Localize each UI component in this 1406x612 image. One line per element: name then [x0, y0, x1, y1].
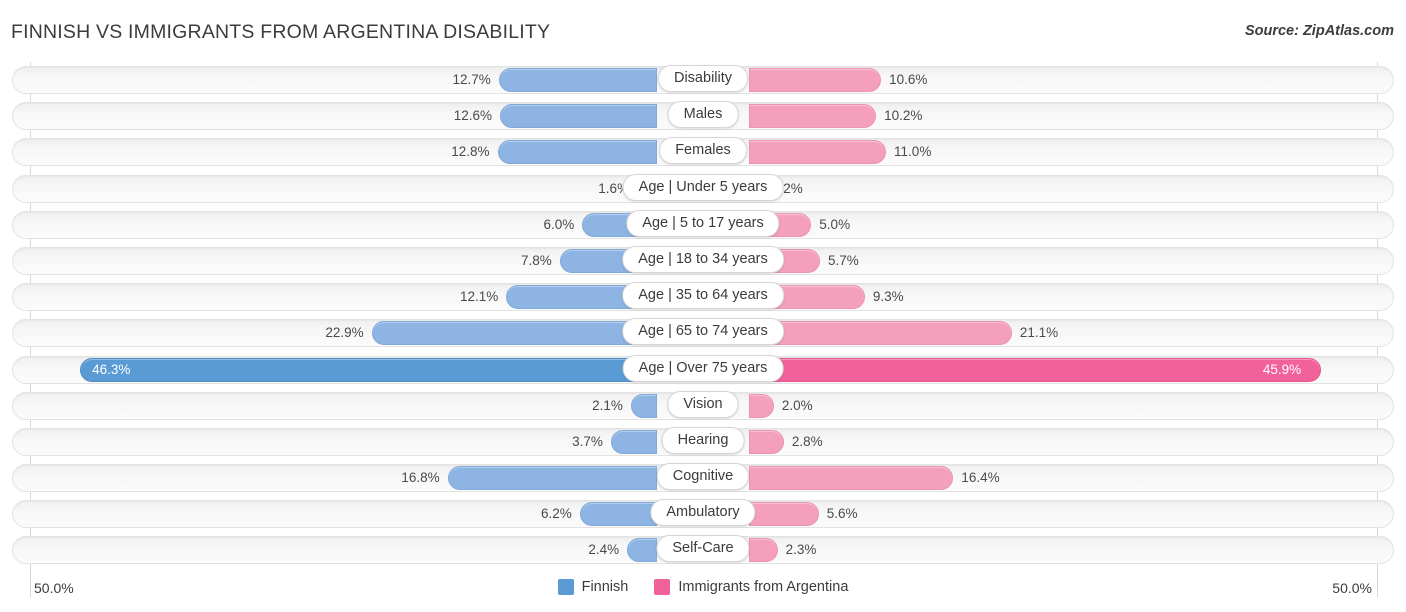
bar-finnish[interactable] [371, 321, 657, 346]
bar-value-finnish: 2.4% [588, 542, 620, 558]
bar-finnish[interactable] [447, 466, 657, 491]
bar-immigrants-argentina[interactable] [749, 466, 954, 491]
bar-row-list: 12.7% 10.6% Disability 12.6% 10.2% Males 12.8%… [0, 62, 1406, 569]
category-label-pill[interactable]: Ambulatory [650, 499, 756, 527]
bar-value-finnish: 7.8% [521, 252, 552, 268]
category-label-pill[interactable]: Males [667, 101, 739, 129]
bar-immigrants-argentina[interactable] [749, 68, 882, 92]
bar-finnish[interactable] [498, 68, 657, 92]
table-row[interactable]: 12.1% 9.3% Age | 35 to 64 years [0, 279, 1406, 315]
bar-immigrants-argentina[interactable] [749, 538, 778, 563]
table-row[interactable]: 2.4% 2.3% Self-Care [0, 532, 1406, 568]
category-label-pill[interactable]: Age | Over 75 years [622, 354, 784, 382]
bar-value-finnish: 2.1% [592, 397, 623, 413]
bar-immigrants-argentina[interactable] [749, 140, 887, 165]
bar-finnish[interactable] [610, 429, 657, 454]
table-row[interactable]: 46.3% 45.9% Age | Over 75 years [0, 352, 1406, 388]
bar-value-finnish: 12.7% [452, 72, 491, 87]
category-label-pill[interactable]: Vision [667, 390, 739, 418]
table-row[interactable]: 6.0% 5.0% Age | 5 to 17 years [0, 207, 1406, 243]
bar-value-immigrants-argentina: 45.9% [1262, 361, 1302, 377]
bar-value-finnish: 16.8% [401, 470, 440, 486]
category-label-pill[interactable]: Cognitive [656, 463, 750, 491]
table-row[interactable]: 6.2% 5.6% Ambulatory [0, 496, 1406, 532]
bar-value-immigrants-argentina: 2.0% [781, 397, 813, 413]
legend-item[interactable]: Immigrants from Argentina [654, 579, 848, 595]
bar-immigrants-argentina[interactable] [749, 429, 784, 454]
bar-value-immigrants-argentina: 2.8% [791, 433, 823, 449]
category-label-pill[interactable]: Age | 18 to 34 years [622, 245, 784, 273]
category-label-pill[interactable]: Age | Under 5 years [622, 173, 784, 201]
bar-finnish[interactable] [627, 538, 657, 563]
bar-value-immigrants-argentina: 10.2% [884, 108, 923, 124]
category-label-pill[interactable]: Age | 65 to 74 years [622, 318, 784, 346]
bar-immigrants-argentina[interactable] [749, 502, 819, 527]
page-title: FINNISH VS IMMIGRANTS FROM ARGENTINA DIS… [11, 21, 551, 43]
legend-label: Immigrants from Argentina [678, 579, 849, 595]
bar-value-immigrants-argentina: 21.1% [1019, 325, 1059, 341]
table-row[interactable]: 12.8% 11.0% Females [0, 134, 1406, 170]
bar-value-finnish: 46.3% [92, 361, 131, 377]
table-row[interactable]: 3.7% 2.8% Hearing [0, 424, 1406, 460]
bar-immigrants-argentina[interactable] [749, 357, 1321, 382]
bar-value-finnish: 12.1% [459, 289, 499, 305]
bar-value-finnish: 3.7% [572, 433, 603, 449]
legend-swatch-icon [557, 579, 574, 595]
bar-value-finnish: 12.6% [453, 108, 493, 124]
bar-finnish[interactable] [579, 502, 657, 527]
bar-value-immigrants-argentina: 5.0% [819, 216, 851, 232]
category-label-pill[interactable]: Age | 5 to 17 years [626, 209, 780, 237]
table-row[interactable]: 12.6% 10.2% Males [0, 98, 1406, 134]
chart-legend: Finnish Immigrants from Argentina [0, 579, 1406, 595]
chart-header: FINNISH VS IMMIGRANTS FROM ARGENTINA DIS… [0, 0, 1406, 62]
legend-swatch-icon [654, 579, 671, 595]
table-row[interactable]: 1.6% 1.2% Age | Under 5 years [0, 171, 1406, 207]
bar-value-finnish: 12.8% [451, 144, 490, 160]
category-label-pill[interactable]: Disability [657, 65, 749, 92]
source-attribution: Source: ZipAtlas.com [1244, 23, 1394, 39]
table-row[interactable]: 2.1% 2.0% Vision [0, 388, 1406, 424]
category-label-pill[interactable]: Hearing [661, 426, 745, 454]
bar-value-finnish: 6.0% [543, 216, 575, 232]
bar-value-immigrants-argentina: 10.6% [889, 72, 928, 87]
bar-immigrants-argentina[interactable] [749, 321, 1012, 346]
category-label-pill[interactable]: Self-Care [656, 535, 750, 563]
table-row[interactable]: 22.9% 21.1% Age | 65 to 74 years [0, 315, 1406, 351]
bar-value-immigrants-argentina: 9.3% [872, 289, 904, 305]
legend-item[interactable]: Finnish [557, 579, 629, 595]
bar-finnish[interactable] [497, 140, 657, 165]
bar-value-immigrants-argentina: 16.4% [961, 470, 1000, 486]
category-label-pill[interactable]: Females [659, 137, 747, 165]
bar-value-immigrants-argentina: 5.6% [826, 506, 858, 522]
bar-immigrants-argentina[interactable] [749, 104, 877, 129]
bar-value-immigrants-argentina: 5.7% [828, 252, 859, 268]
bar-value-finnish: 22.9% [325, 325, 364, 341]
category-label-pill[interactable]: Age | 35 to 64 years [622, 282, 784, 310]
bar-finnish[interactable] [80, 357, 657, 382]
bar-immigrants-argentina[interactable] [749, 393, 774, 418]
table-row[interactable]: 12.7% 10.6% Disability [0, 62, 1406, 98]
bar-value-immigrants-argentina: 11.0% [894, 144, 932, 160]
chart-footer: 50.0% 50.0% Finnish Immigrants from Argen… [0, 572, 1406, 612]
table-row[interactable]: 7.8% 5.7% Age | 18 to 34 years [0, 243, 1406, 279]
bar-finnish[interactable] [500, 104, 657, 129]
legend-label: Finnish [581, 579, 629, 595]
bar-value-immigrants-argentina: 2.3% [785, 542, 817, 558]
bar-value-finnish: 6.2% [540, 506, 572, 522]
chart-plot-area: 12.7% 10.6% Disability 12.6% 10.2% Males 12.8%… [0, 62, 1406, 572]
bar-finnish[interactable] [630, 393, 657, 418]
table-row[interactable]: 16.8% 16.4% Cognitive [0, 460, 1406, 496]
